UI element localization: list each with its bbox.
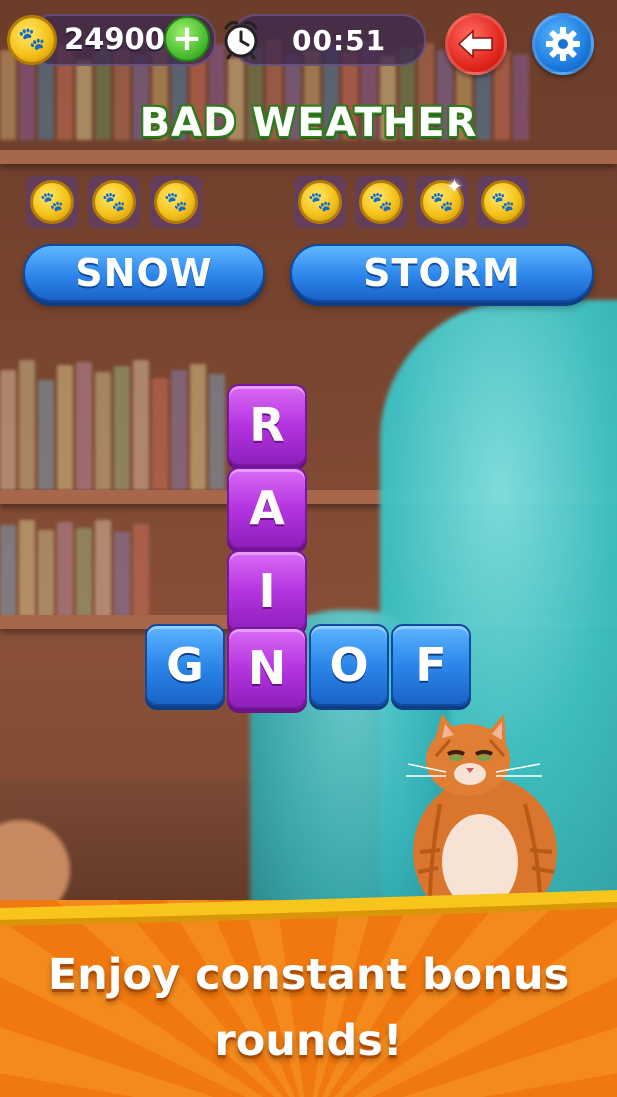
bookshelf-books — [0, 520, 149, 620]
paw-coin-icon: 🐾 — [359, 180, 403, 224]
letter-tile[interactable]: G — [145, 624, 225, 706]
letter-tile[interactable]: O — [309, 624, 389, 706]
found-word-snow: SNOW — [23, 244, 265, 302]
bookshelf-books — [0, 360, 225, 490]
plus-icon: + — [171, 18, 203, 59]
letter-tile[interactable]: N — [227, 627, 307, 709]
paw-coin-icon: 🐾 — [298, 180, 342, 224]
cat-mascot — [406, 714, 557, 912]
found-word-storm: STORM — [290, 244, 594, 302]
letter-tile[interactable]: F — [391, 624, 471, 706]
gear-icon — [546, 27, 580, 61]
paw-coin-icon: 🐾 — [481, 180, 525, 224]
hidden-letter-slot: 🐾 — [26, 176, 78, 228]
letter-tile[interactable]: A — [227, 467, 307, 549]
sparkle-icon: ✦ — [446, 174, 463, 198]
hidden-letter-slot: 🐾 — [88, 176, 140, 228]
hidden-letter-slot: 🐾 — [294, 176, 346, 228]
game-scene: 🐾 24900 + 00:51 BAD WEATHER 🐾 🐾 🐾 🐾 🐾 🐾 … — [0, 0, 617, 1097]
timer-display: 00:51 — [292, 24, 387, 57]
letter-tile[interactable]: R — [227, 384, 307, 466]
hidden-letter-slot: 🐾 — [150, 176, 202, 228]
category-title: BAD WEATHER — [139, 100, 478, 146]
back-button[interactable] — [445, 13, 507, 75]
hidden-letter-slot: 🐾 — [477, 176, 529, 228]
banner-edge-stripe — [0, 890, 617, 926]
promo-banner: Enjoy constant bonus rounds! — [0, 890, 617, 1097]
paw-coin-icon: 🐾 — [30, 180, 74, 224]
hidden-letter-slot: 🐾 — [355, 176, 407, 228]
promo-line-1: Enjoy constant bonus — [47, 950, 570, 1000]
settings-button[interactable] — [532, 13, 594, 75]
paw-coin-icon: 🐾 — [92, 180, 136, 224]
promo-line-2: rounds! — [214, 1016, 403, 1066]
shelf-board — [0, 150, 617, 164]
add-coins-button[interactable]: + — [164, 16, 210, 62]
coin-count: 24900 — [64, 22, 165, 56]
back-arrow-icon — [457, 29, 493, 59]
alarm-clock-icon — [224, 21, 258, 60]
letter-tile[interactable]: I — [227, 550, 307, 632]
paw-coin-icon: 🐾 — [7, 15, 57, 65]
paw-coin-icon: 🐾 — [154, 180, 198, 224]
